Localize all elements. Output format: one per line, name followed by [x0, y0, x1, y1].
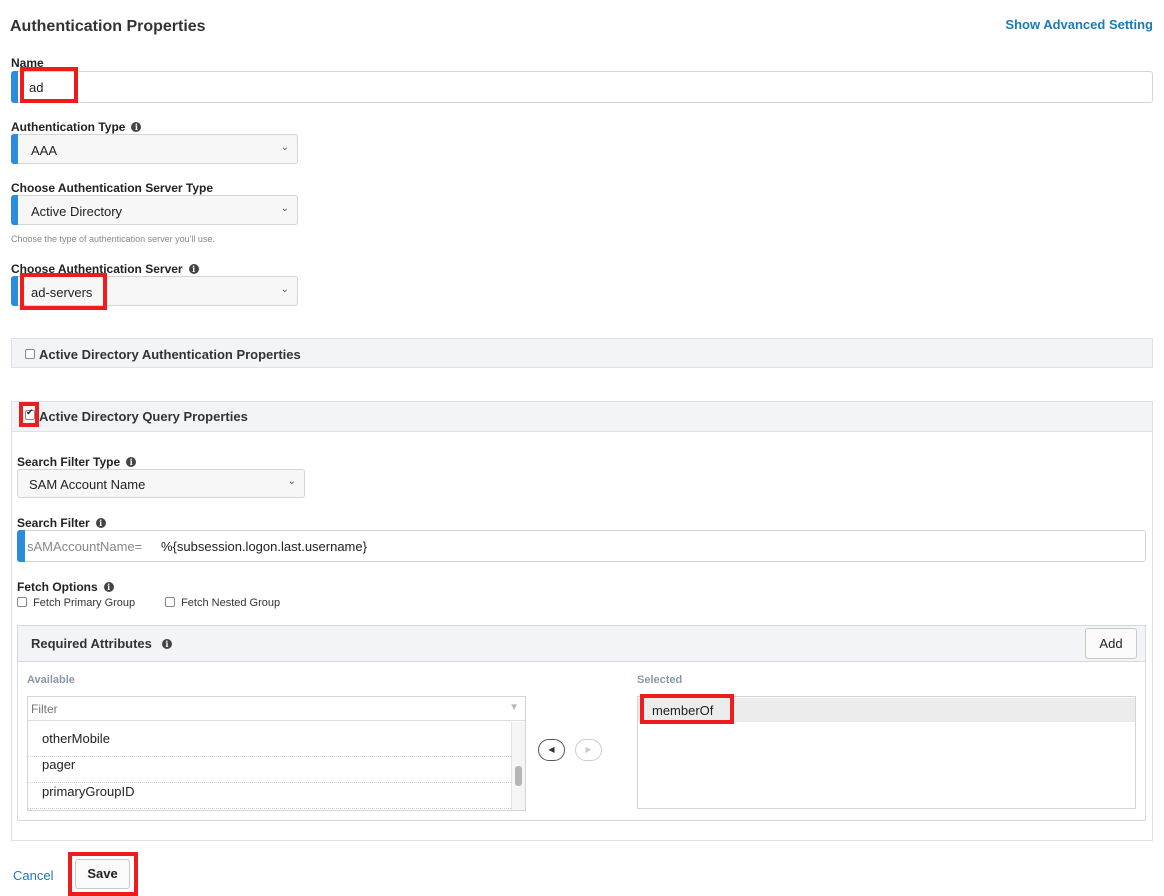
search-filter-type-label: Search Filter Type i — [17, 455, 137, 469]
list-item[interactable]: pager — [42, 757, 75, 772]
search-filter-label-text: Search Filter — [17, 516, 90, 530]
field-accent-bar — [17, 530, 25, 562]
highlight-box — [19, 402, 39, 427]
field-accent-bar — [11, 71, 18, 103]
info-icon: i — [103, 582, 114, 592]
move-left-button[interactable]: ◀ — [538, 739, 565, 761]
fetch-options-label: Fetch Options i — [17, 580, 114, 594]
scrollbar-thumb[interactable] — [515, 766, 522, 786]
field-accent-bar — [11, 195, 18, 225]
move-right-button[interactable]: ▶ — [575, 739, 602, 761]
name-field[interactable]: ad — [11, 71, 1153, 103]
search-filter-prefix: sAMAccountName= — [27, 539, 143, 554]
list-item[interactable]: otherMobile — [42, 731, 110, 746]
fetch-options-label-text: Fetch Options — [17, 580, 98, 594]
selected-label: Selected — [637, 674, 683, 686]
search-filter-type-select[interactable]: SAM Account Name ⌄ — [17, 469, 305, 498]
auth-type-label-text: Authentication Type — [11, 120, 126, 134]
search-filter-type-value: SAM Account Name — [29, 477, 146, 492]
info-icon: i — [161, 639, 172, 649]
show-advanced-setting-link[interactable]: Show Advanced Setting — [1005, 17, 1153, 32]
available-filter-input[interactable] — [28, 697, 525, 721]
server-type-hint: Choose the type of authentication server… — [11, 234, 215, 244]
chevron-down-icon: ⌄ — [280, 284, 289, 295]
ad-auth-checkbox[interactable] — [25, 349, 35, 359]
chevron-down-icon: ⌄ — [287, 476, 296, 487]
row-divider — [28, 756, 511, 757]
info-icon: i — [126, 457, 137, 467]
search-filter-field[interactable]: sAMAccountName= %{subsession.logon.last.… — [17, 530, 1146, 562]
row-divider — [28, 808, 511, 809]
ad-query-panel-title: Active Directory Query Properties — [39, 409, 248, 424]
available-items: otherMobile pager primaryGroupID — [28, 722, 511, 810]
cancel-link[interactable]: Cancel — [13, 868, 53, 883]
highlight-box — [20, 67, 78, 103]
highlight-box — [68, 852, 138, 896]
fetch-primary-group-checkbox[interactable] — [17, 597, 27, 607]
scrollbar[interactable] — [511, 722, 525, 810]
search-filter-label: Search Filter i — [17, 516, 106, 530]
auth-type-value: AAA — [31, 143, 58, 158]
chevron-down-icon: ⌄ — [280, 142, 289, 153]
ad-query-panel-header[interactable]: Active Directory Query Properties — [11, 401, 1153, 432]
required-attributes-title-text: Required Attributes — [31, 636, 152, 651]
fetch-primary-group-label: Fetch Primary Group — [33, 597, 136, 609]
fetch-nested-group-checkbox[interactable] — [165, 597, 175, 607]
ad-auth-panel-header[interactable]: Active Directory Authentication Properti… — [11, 338, 1153, 368]
info-icon: i — [95, 518, 106, 528]
search-filter-value: %{subsession.logon.last.username} — [161, 539, 367, 554]
auth-type-label: Authentication Type i — [11, 120, 142, 134]
server-type-value: Active Directory — [31, 204, 123, 219]
info-icon: i — [131, 122, 142, 132]
highlight-box — [20, 273, 107, 310]
required-attributes-header: Required Attributes i — [17, 625, 1146, 662]
page-title: Authentication Properties — [10, 18, 206, 35]
fetch-nested-group-label: Fetch Nested Group — [181, 597, 281, 609]
server-type-label: Choose Authentication Server Type — [11, 181, 214, 195]
auth-type-select[interactable]: AAA ⌄ — [11, 134, 298, 164]
available-list: ▼ otherMobile pager primaryGroupID — [27, 696, 526, 811]
ad-auth-panel-title: Active Directory Authentication Properti… — [39, 347, 301, 362]
add-attribute-button[interactable]: Add — [1085, 628, 1137, 659]
highlight-box — [640, 694, 734, 724]
search-filter-type-label-text: Search Filter Type — [17, 455, 121, 469]
server-type-select[interactable]: Active Directory ⌄ — [11, 195, 298, 225]
field-accent-bar — [11, 134, 18, 164]
field-accent-bar — [11, 276, 18, 306]
info-icon: i — [188, 264, 199, 274]
list-item[interactable]: primaryGroupID — [42, 784, 134, 799]
available-label: Available — [27, 674, 75, 686]
filter-icon: ▼ — [509, 702, 519, 713]
chevron-down-icon: ⌄ — [280, 203, 289, 214]
required-attributes-title: Required Attributes i — [31, 636, 172, 651]
row-divider — [28, 782, 511, 783]
fetch-nested-group-option[interactable]: Fetch Nested Group — [165, 597, 280, 609]
fetch-primary-group-option[interactable]: Fetch Primary Group — [17, 597, 135, 609]
